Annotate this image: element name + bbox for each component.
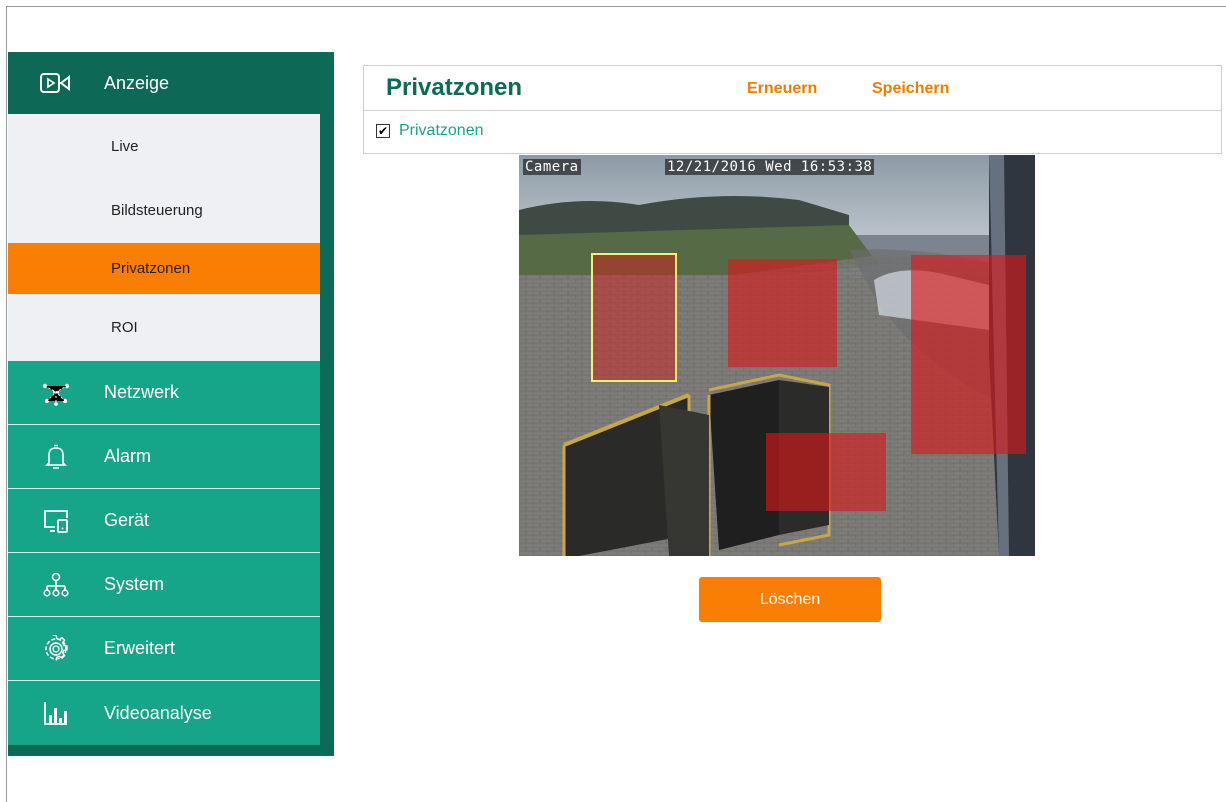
sidebar-item-label: Alarm [104,446,152,466]
sidebar-item-geraet[interactable]: Gerät [8,489,320,553]
sidebar-subitem-label: Bildsteuerung [111,202,203,219]
sidebar-item-label: Gerät [104,510,150,530]
gear-icon [8,634,104,663]
sidebar-subitem-bildsteuerung[interactable]: Bildsteuerung [8,178,320,243]
video-icon [8,72,104,94]
camera-name-overlay: Camera [523,159,581,175]
sidebar-item-label: System [104,574,165,594]
sidebar-item-erweitert[interactable]: Erweitert [8,617,320,681]
privacy-zone[interactable] [766,433,886,511]
sidebar-subitem-privatzonen[interactable]: Privatzonen [8,243,320,294]
save-button[interactable]: Speichern [872,80,949,98]
privacy-zone-checkbox[interactable]: ✔ [376,124,390,138]
privacy-zone-checkbox-label: Privatzonen [399,122,484,139]
bell-icon [8,444,104,470]
sidebar-subitem-label: ROI [111,319,138,336]
sidebar-subitem-roi[interactable]: ROI [8,294,320,361]
privacy-zone-toggle[interactable]: ✔ Privatzonen [376,122,484,140]
camera-preview[interactable]: Camera 12/21/2016 Wed 16:53:38 [519,155,1035,556]
sidebar-subitem-label: Privatzonen [111,260,191,277]
sidebar-item-anzeige[interactable]: Anzeige [8,52,320,114]
sidebar-item-system[interactable]: System [8,553,320,617]
privacy-zone[interactable] [911,255,1026,454]
refresh-button[interactable]: Erneuern [747,80,817,98]
privacy-zone-selected[interactable] [591,253,677,382]
sidebar-subitem-label: Live [111,137,139,155]
sidebar-item-label: Anzeige [104,72,170,93]
sidebar-item-alarm[interactable]: Alarm [8,425,320,489]
privacy-zone[interactable] [728,259,837,367]
delete-button[interactable]: Löschen [699,577,881,622]
sidebar-item-label: Erweitert [104,638,176,658]
sidebar-item-videoanalyse[interactable]: Videoanalyse [8,681,320,745]
hierarchy-icon [8,572,104,598]
page-title: Privatzonen [386,74,523,101]
network-icon [8,380,104,406]
camera-timestamp-overlay: 12/21/2016 Wed 16:53:38 [665,159,875,175]
bar-chart-icon [8,700,104,726]
sidebar-item-netzwerk[interactable]: Netzwerk [8,361,320,425]
device-icon [8,508,104,534]
privacy-zone-panel: Privatzonen Erneuern Speichern ✔ Privatz… [363,65,1222,154]
sidebar-subitem-live[interactable]: Live [8,114,320,178]
sidebar-item-label: Videoanalyse [104,702,212,723]
sidebar-item-label: Netzwerk [104,382,180,402]
sidebar: Anzeige Live Bildsteuerung Privatzonen R… [8,52,334,756]
